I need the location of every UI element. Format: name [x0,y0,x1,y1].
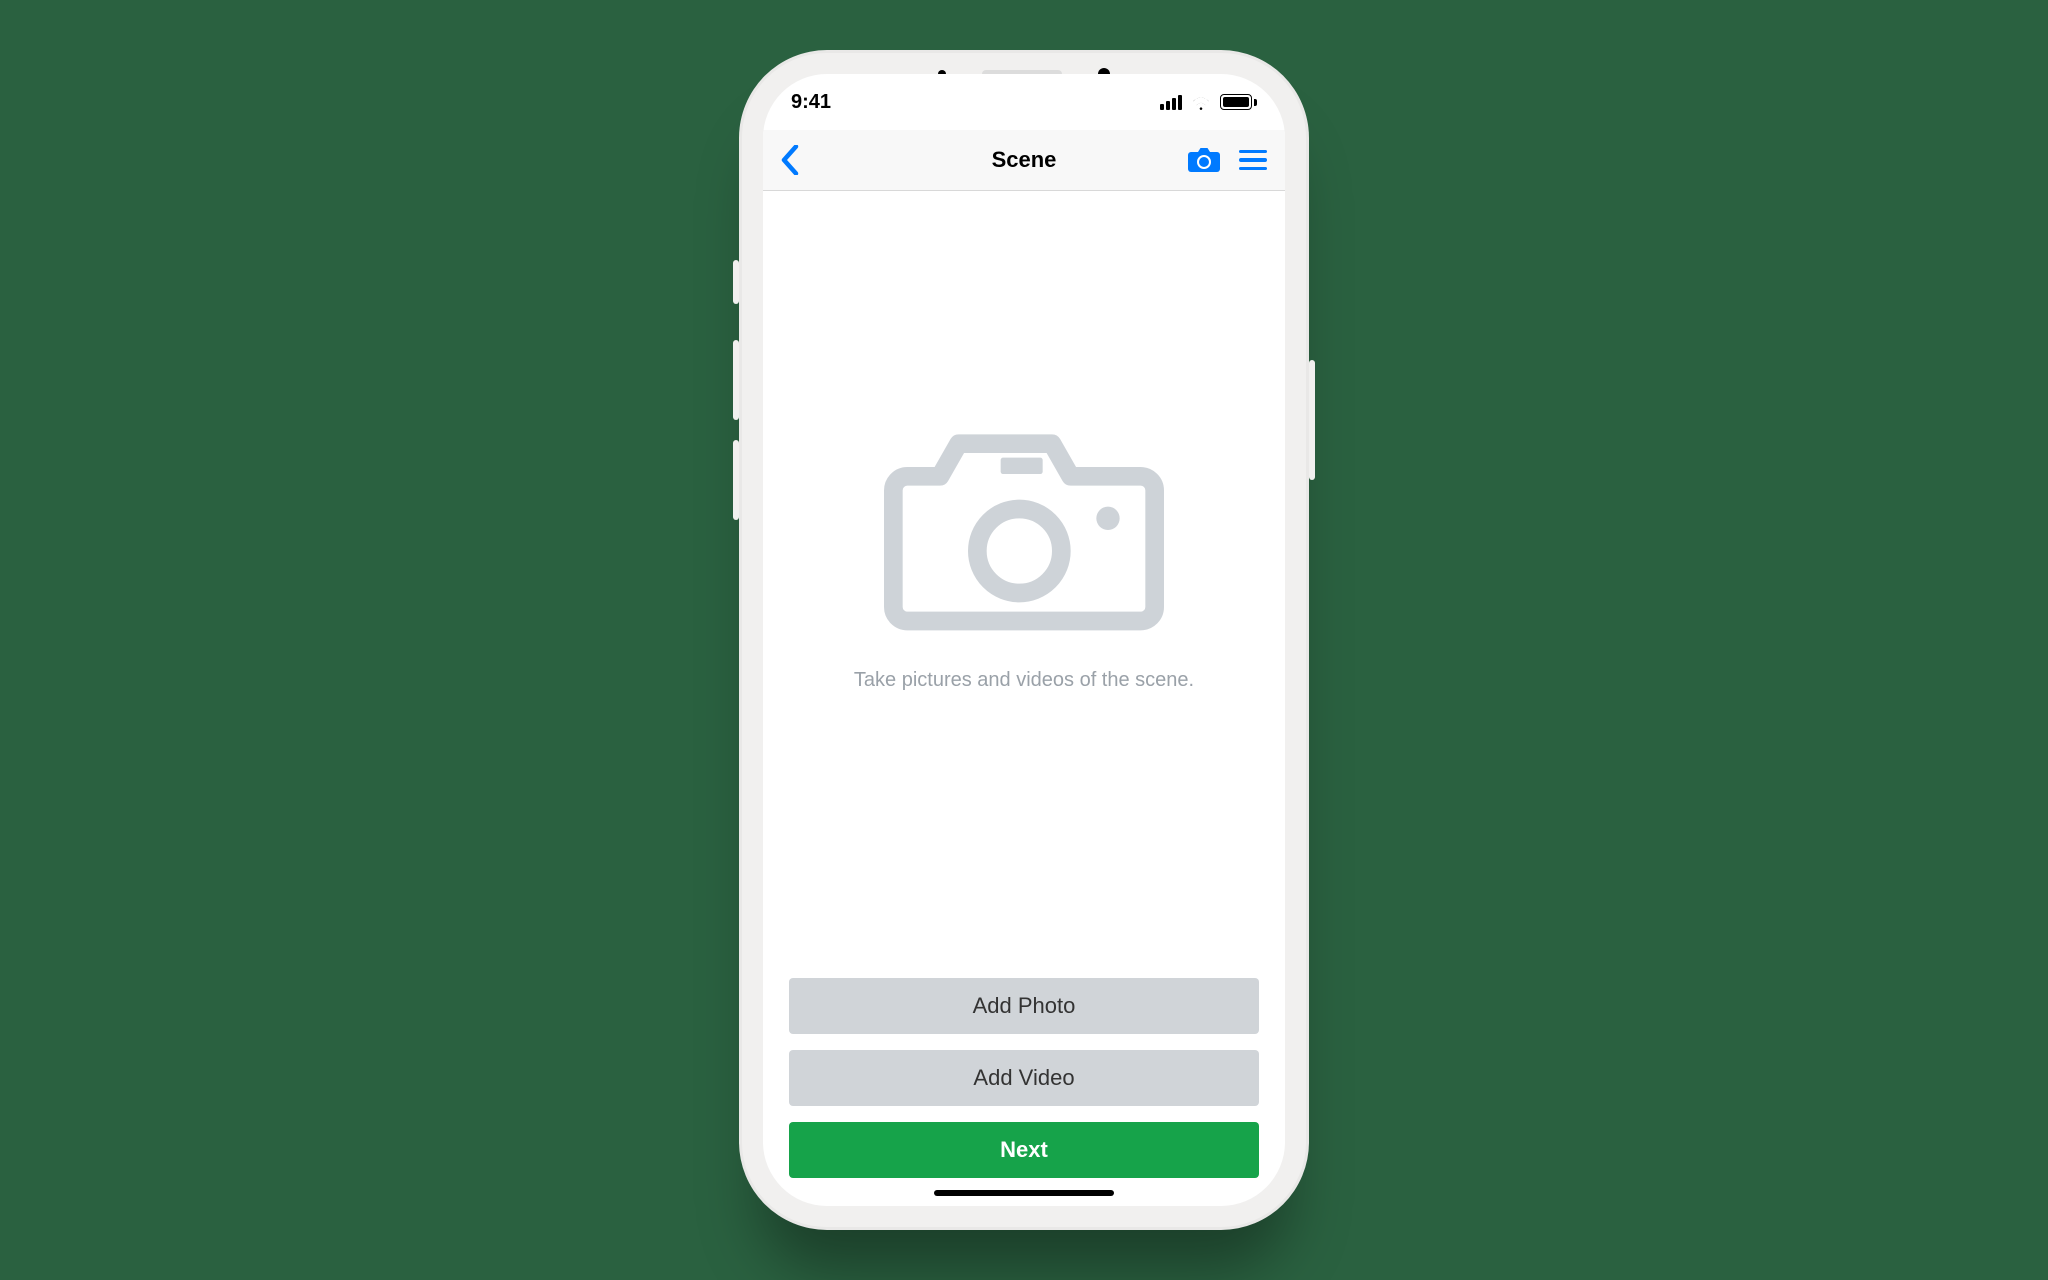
camera-placeholder-icon [884,411,1164,649]
navigation-bar: Scene [763,130,1285,191]
phone-mockup: 9:41 Scene [739,50,1309,1230]
next-button[interactable]: Next [789,1122,1259,1178]
add-video-button[interactable]: Add Video [789,1050,1259,1106]
main-content: Take pictures and videos of the scene. [763,191,1285,962]
camera-button[interactable] [1187,147,1221,173]
screen: 9:41 Scene [763,74,1285,1206]
cellular-signal-icon [1160,95,1182,110]
battery-icon [1220,94,1257,110]
page-title: Scene [871,147,1177,173]
home-indicator[interactable] [934,1190,1114,1196]
add-photo-button[interactable]: Add Photo [789,978,1259,1034]
status-bar: 9:41 [763,74,1285,130]
back-button[interactable] [781,145,799,175]
placeholder-hint: Take pictures and videos of the scene. [854,669,1194,692]
menu-button[interactable] [1239,150,1267,171]
status-time: 9:41 [791,91,831,114]
wifi-icon [1190,94,1212,110]
bottom-actions: Add Photo Add Video Next [763,962,1285,1206]
